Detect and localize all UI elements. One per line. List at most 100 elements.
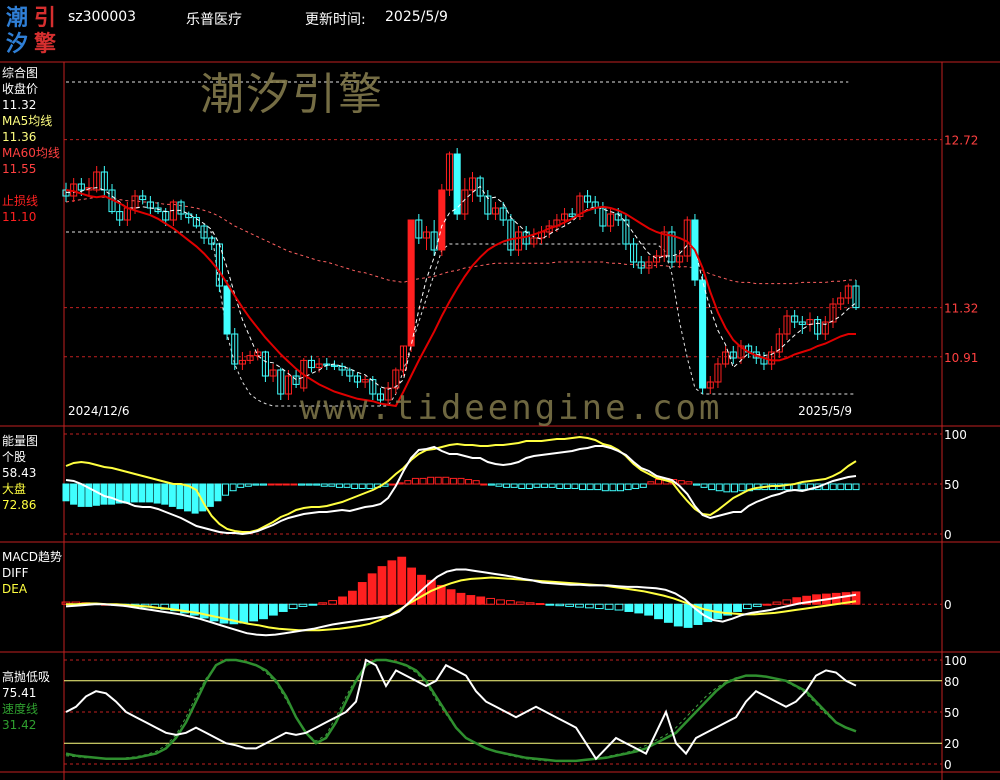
energy-bar [457, 477, 465, 485]
macd-bar [318, 602, 328, 605]
macd-bar [535, 603, 545, 606]
macd-bar [377, 566, 387, 605]
energy-bar [389, 483, 397, 486]
oscillator-line [65, 658, 857, 761]
energy-bar [442, 476, 450, 485]
energy-bar [237, 483, 245, 488]
panel-label: 能量图 [2, 434, 39, 448]
macd-bar [446, 589, 456, 605]
osc-tick-label: 100 [944, 654, 967, 668]
macd-bar [782, 599, 792, 605]
energy-bar [677, 480, 685, 485]
energy-bar [259, 483, 268, 486]
energy-bar [624, 483, 632, 491]
logo: 潮 引 汐 擎 [4, 4, 60, 58]
candle-body [223, 285, 231, 335]
energy-bar [730, 483, 738, 493]
macd-bar [298, 603, 308, 607]
energy-bar [427, 476, 435, 485]
energy-bar [541, 483, 549, 488]
energy-bar [130, 483, 138, 503]
energy-bar [419, 477, 427, 485]
candle-body [699, 279, 707, 389]
panel-label: 75.41 [2, 686, 37, 700]
macd-bar [466, 595, 476, 605]
date-start-label: 2024/12/6 [68, 404, 130, 418]
energy-tick-label: 50 [944, 478, 959, 492]
panel-label: 高抛低吸 [2, 670, 51, 684]
logo-char: 擎 [34, 32, 57, 57]
panel-label: 11.32 [2, 98, 37, 112]
energy-bar [579, 483, 587, 491]
energy-bar [275, 483, 283, 486]
price-tick-label: 12.72 [944, 134, 978, 148]
energy-bar [282, 483, 290, 486]
macd-bar [742, 603, 752, 610]
panel-label: MACD趋势 [2, 550, 62, 564]
macd-bar [328, 600, 338, 605]
energy-bar [214, 483, 222, 502]
energy-bar [480, 483, 488, 486]
panel-label: 72.86 [2, 498, 37, 512]
panel-label: 58.43 [2, 466, 37, 480]
energy-bar [632, 483, 640, 489]
energy-bar [837, 483, 845, 491]
energy-bar [70, 483, 78, 505]
macd-bar [565, 603, 575, 607]
energy-bar [548, 483, 556, 488]
macd-bar [624, 603, 634, 612]
macd-bar [575, 603, 584, 608]
panel-label: 大盘 [2, 482, 27, 496]
macd-bar [347, 590, 357, 605]
energy-bar [647, 481, 655, 485]
energy-bar [685, 481, 693, 485]
energy-bar [571, 483, 579, 489]
energy-bar [495, 483, 503, 487]
energy-bar [108, 483, 116, 505]
energy-bar [503, 483, 511, 488]
macd-bar [219, 603, 229, 624]
ma5-line [66, 185, 857, 390]
energy-bar [700, 483, 708, 488]
candle-body [407, 219, 415, 347]
macd-bar [268, 603, 278, 616]
macd-bar [249, 603, 259, 622]
energy-bar [654, 479, 663, 485]
macd-bar [525, 602, 535, 605]
macd-bar [594, 603, 604, 610]
macd-bar [644, 603, 654, 616]
energy-bar [563, 483, 571, 489]
macd-bar [387, 560, 397, 605]
stop-loss-line [65, 189, 856, 408]
panel-label: DIFF [2, 566, 29, 580]
energy-bar [335, 483, 343, 488]
macd-bar [278, 603, 288, 612]
energy-bar [609, 483, 617, 492]
logo-char: 潮 [6, 6, 29, 31]
panel-label: DEA [2, 582, 28, 596]
panel-label: 31.42 [2, 718, 37, 732]
energy-bar [123, 483, 131, 504]
macd-bar [209, 603, 219, 622]
macd-bar [673, 603, 683, 627]
price-tick-label: 10.91 [944, 351, 978, 365]
energy-bar [92, 483, 100, 506]
energy-bar [715, 483, 723, 492]
energy-bar [723, 483, 731, 493]
energy-bar [617, 483, 625, 492]
macd-bar [683, 603, 693, 628]
energy-bar [472, 480, 480, 485]
energy-bar [222, 483, 230, 496]
energy-bar [161, 483, 169, 505]
energy-bar [138, 483, 146, 503]
date-end-label: 2025/5/9 [798, 404, 852, 418]
energy-bar [844, 483, 852, 491]
energy-bar [852, 483, 860, 491]
energy-bar [586, 483, 594, 491]
energy-bar [229, 483, 237, 492]
energy-bar [62, 483, 70, 502]
macd-bar [496, 599, 505, 605]
energy-bar [168, 483, 176, 507]
panel-label: 综合图 [2, 66, 39, 80]
energy-bar [411, 477, 419, 485]
